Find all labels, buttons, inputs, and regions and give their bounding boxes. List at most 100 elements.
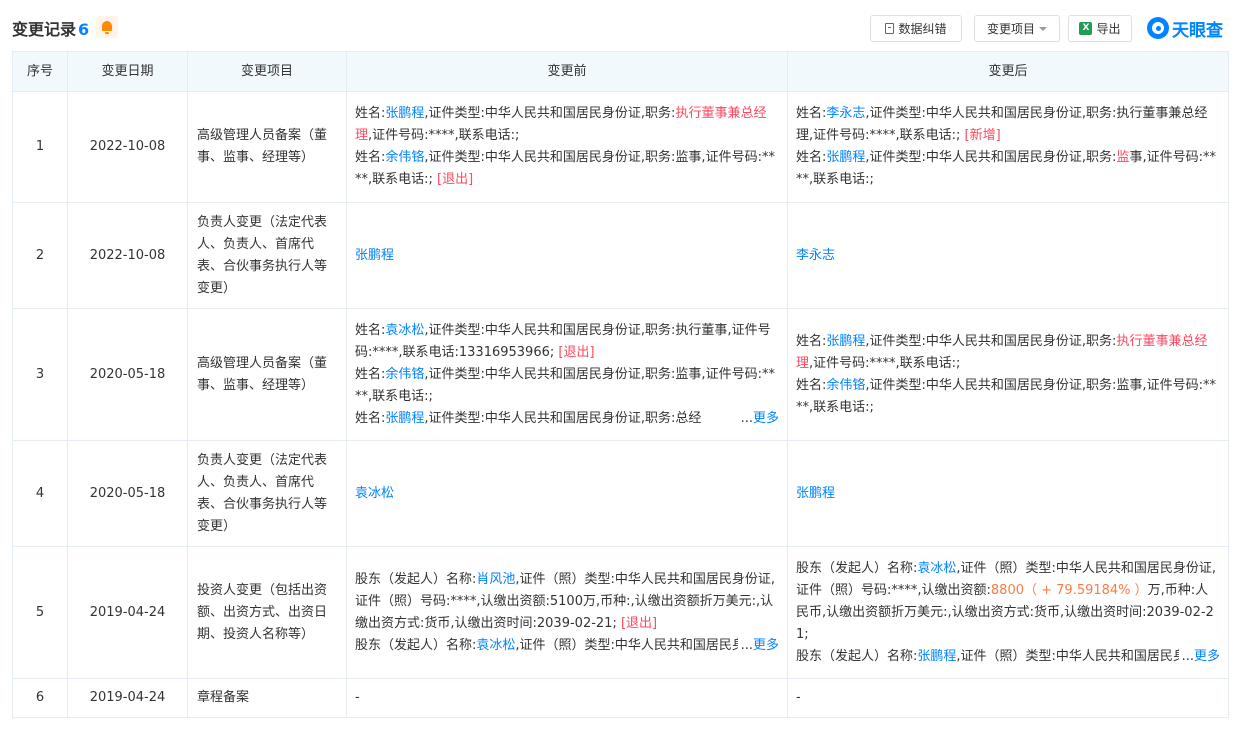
name-link[interactable]: 张鹏程 [826, 150, 865, 165]
name-link[interactable]: 余伟铬 [826, 378, 865, 393]
row-no: 3 [12, 308, 68, 441]
record-count: 6 [78, 20, 90, 39]
row-item: 投资人变更（包括出资额、出资方式、出资日期、投资人名称等） [187, 546, 347, 679]
table-row: 2 2022-10-08 负责人变更（法定代表人、负责人、首席代表、合伙事务执行… [12, 202, 1229, 309]
table-row: 3 2020-05-18 高级管理人员备案（董事、监事、经理等） 姓名:袁冰松,… [12, 308, 1229, 441]
text-segment: 姓名: [796, 150, 827, 165]
status-tag: [新增] [964, 128, 1001, 143]
row-before: - [346, 678, 788, 718]
text-segment: 股东（发起人）名称: [796, 560, 918, 576]
row-item: 负责人变更（法定代表人、负责人、首席代表、合伙事务执行人等变更） [187, 202, 347, 309]
table-row: 5 2019-04-24 投资人变更（包括出资额、出资方式、出资日期、投资人名称… [12, 546, 1229, 679]
title-text: 变更记录 [12, 20, 77, 39]
table-row: 1 2022-10-08 高级管理人员备案（董事、监事、经理等） 姓名:张鹏程,… [12, 91, 1229, 203]
entry-line: 姓名:袁冰松,证件类型:中华人民共和国居民身份证,职务:执行董事,证件号码:**… [355, 320, 779, 364]
text-segment: 姓名: [355, 322, 386, 338]
text-segment: ,证件类型:中华人民共和国居民身份证,职务:总经 [424, 410, 702, 426]
row-no: 6 [12, 678, 68, 718]
change-item-filter-dropdown[interactable]: 变更项目 [974, 15, 1060, 42]
row-item: 高级管理人员备案（董事、监事、经理等） [187, 308, 347, 441]
person-link[interactable]: 李永志 [796, 248, 835, 263]
row-item: 负责人变更（法定代表人、负责人、首席代表、合伙事务执行人等变更） [187, 440, 347, 547]
section-header: 变更记录 6 数据纠错 变更项目 X 导出 天眼查 [0, 0, 1242, 52]
text-segment: ,证件号码:****,联系电话:; [809, 355, 961, 371]
text-segment: 姓名: [355, 150, 386, 165]
row-before: 袁冰松 [346, 440, 788, 547]
name-link[interactable]: 张鹏程 [385, 411, 424, 426]
entry-line: 姓名:张鹏程,证件类型:中华人民共和国居民身份证,职务:监事,证件号码:****… [796, 147, 1220, 191]
entry-line: 姓名:余伟铬,证件类型:中华人民共和国居民身份证,职务:监事,证件号码:****… [355, 147, 779, 191]
text-segment: 姓名: [355, 366, 386, 382]
excel-icon: X [1079, 22, 1093, 35]
row-after: 姓名:张鹏程,证件类型:中华人民共和国居民身份证,职务:执行董事兼总经理,证件号… [787, 308, 1229, 441]
table-header-row: 序号 变更日期 变更项目 变更前 变更后 [12, 51, 1229, 92]
person-link[interactable]: 张鹏程 [796, 486, 835, 501]
text-segment: 股东（发起人）名称: [355, 637, 477, 653]
more-link[interactable]: ...更多 [737, 407, 779, 430]
row-after: 姓名:李永志,证件类型:中华人民共和国居民身份证,职务:执行董事兼总经理,证件号… [787, 91, 1229, 203]
status-tag: [退出] [620, 615, 658, 631]
row-before: 姓名:袁冰松,证件类型:中华人民共和国居民身份证,职务:执行董事,证件号码:**… [346, 308, 788, 441]
row-no: 5 [12, 546, 68, 679]
row-before: 张鹏程 [346, 202, 788, 309]
clamped-line: 股东（发起人）名称:袁冰松,证件（照）类型:中华人民共和国居民身份证,证件（照）… [355, 634, 779, 657]
row-date: 2020-05-18 [67, 440, 188, 547]
text-segment: ,证件（照）类型:中华人民共和国居民身 [956, 648, 1186, 664]
name-link[interactable]: 袁冰松 [917, 561, 956, 576]
name-link[interactable]: 张鹏程 [826, 334, 865, 349]
row-after: 张鹏程 [787, 440, 1229, 547]
name-link[interactable]: 张鹏程 [385, 106, 424, 121]
row-item: 高级管理人员备案（董事、监事、经理等） [187, 91, 347, 203]
person-link[interactable]: 张鹏程 [355, 248, 394, 263]
name-link[interactable]: 袁冰松 [385, 323, 424, 338]
row-date: 2019-04-24 [67, 546, 188, 679]
row-before: 股东（发起人）名称:肖风池,证件（照）类型:中华人民共和国居民身份证,证件（照）… [346, 546, 788, 679]
status-tag: [退出] [437, 172, 474, 187]
data-correction-button[interactable]: 数据纠错 [870, 15, 962, 42]
row-after: 李永志 [787, 202, 1229, 309]
name-link[interactable]: 余伟铬 [385, 367, 424, 382]
text-segment: 股东（发起人）名称: [796, 648, 918, 664]
row-no: 2 [12, 202, 68, 309]
after-content: 姓名:李永志,证件类型:中华人民共和国居民身份证,职务:执行董事兼总经理,证件号… [796, 103, 1220, 191]
text-segment: 监 [1116, 150, 1130, 165]
table-row: 6 2019-04-24 章程备案 - - [12, 678, 1229, 718]
col-header-item: 变更项目 [187, 51, 347, 92]
entry-line: 姓名:张鹏程,证件类型:中华人民共和国居民身份证,职务:执行董事兼总经理,证件号… [796, 331, 1220, 375]
text-segment: 姓名: [355, 410, 386, 426]
caret-down-icon [1039, 26, 1047, 31]
col-header-date: 变更日期 [67, 51, 188, 92]
person-link[interactable]: 袁冰松 [355, 486, 394, 501]
col-header-after: 变更后 [787, 51, 1229, 92]
row-before: 姓名:张鹏程,证件类型:中华人民共和国居民身份证,职务:执行董事兼总经理,证件号… [346, 91, 788, 203]
text-segment: 姓名: [796, 106, 827, 121]
change-records-table: 序号 变更日期 变更项目 变更前 变更后 1 2022-10-08 高级管理人员… [12, 51, 1229, 718]
more-link[interactable]: ...更多 [1178, 645, 1220, 668]
text-segment: ,证件类型:中华人民共和国居民身份证,职务: [424, 106, 676, 121]
status-tag: [退出] [558, 344, 595, 360]
before-content: 股东（发起人）名称:肖风池,证件（照）类型:中华人民共和国居民身份证,证件（照）… [355, 569, 779, 635]
entry-line: 股东（发起人）名称:袁冰松,证件（照）类型:中华人民共和国居民身份证,证件（照）… [796, 558, 1220, 646]
col-header-no: 序号 [12, 51, 68, 92]
text-segment: 8800（ + 79.59184% ） [990, 582, 1148, 598]
row-date: 2020-05-18 [67, 308, 188, 441]
name-link[interactable]: 李永志 [826, 106, 865, 121]
entry-line: 姓名:余伟铬,证件类型:中华人民共和国居民身份证,职务:监事,证件号码:****… [796, 375, 1220, 419]
after-content: 姓名:张鹏程,证件类型:中华人民共和国居民身份证,职务:执行董事兼总经理,证件号… [796, 331, 1220, 419]
name-link[interactable]: 余伟铬 [385, 150, 424, 165]
export-button[interactable]: X 导出 [1068, 15, 1132, 42]
after-content: 股东（发起人）名称:袁冰松,证件（照）类型:中华人民共和国居民身份证,证件（照）… [796, 558, 1220, 646]
name-link[interactable]: 张鹏程 [917, 649, 956, 664]
more-link[interactable]: ...更多 [737, 634, 779, 657]
text-segment: ,证件类型:中华人民共和国居民身份证,职务: [865, 150, 1117, 165]
row-date: 2019-04-24 [67, 678, 188, 718]
row-after: 股东（发起人）名称:袁冰松,证件（照）类型:中华人民共和国居民身份证,证件（照）… [787, 546, 1229, 679]
name-link[interactable]: 肖风池 [476, 572, 515, 587]
bell-icon[interactable] [96, 16, 118, 38]
entry-line: 姓名:李永志,证件类型:中华人民共和国居民身份证,职务:执行董事兼总经理,证件号… [796, 103, 1220, 147]
col-header-before: 变更前 [346, 51, 788, 92]
entry-line: 姓名:张鹏程,证件类型:中华人民共和国居民身份证,职务:执行董事兼总经理,证件号… [355, 103, 779, 147]
clamped-line: 股东（发起人）名称:张鹏程,证件（照）类型:中华人民共和国居民身 ...更多 [796, 645, 1220, 668]
name-link[interactable]: 袁冰松 [476, 638, 515, 653]
row-date: 2022-10-08 [67, 202, 188, 309]
